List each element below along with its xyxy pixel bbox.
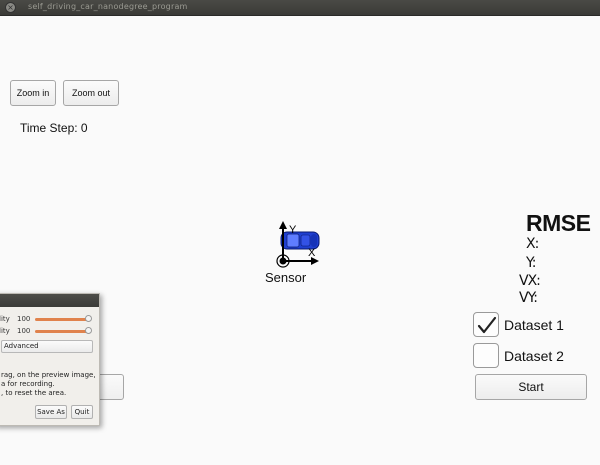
start-button[interactable]: Start xyxy=(475,374,587,400)
dataset-1-label[interactable]: Dataset 1 xyxy=(504,317,564,333)
sensor-dot-icon xyxy=(279,257,287,265)
advanced-expander[interactable]: Advanced xyxy=(1,340,93,353)
axis-y-label: Y xyxy=(289,224,297,236)
recorder-row-1-slider[interactable] xyxy=(35,315,92,322)
recorder-row-2-value: 100 xyxy=(17,327,31,335)
recorder-panel-titlebar[interactable] xyxy=(0,294,99,307)
slider-knob-icon[interactable] xyxy=(85,327,92,334)
dataset-2-checkbox[interactable] xyxy=(473,343,499,368)
recorder-row-1-value: 100 xyxy=(17,315,31,323)
dataset-1-checkbox[interactable] xyxy=(473,312,499,337)
recorder-panel: lity 100 lity 100 Advanced rag, on the p… xyxy=(0,293,100,426)
save-as-button[interactable]: Save As xyxy=(35,405,67,419)
window-titlebar: × self_driving_car_nanodegree_program xyxy=(0,0,600,16)
rmse-vx-label: VX: xyxy=(519,273,541,289)
close-icon[interactable]: × xyxy=(5,2,16,13)
quit-button[interactable]: Quit xyxy=(71,405,93,419)
window-title: self_driving_car_nanodegree_program xyxy=(28,2,188,11)
checkmark-icon xyxy=(477,316,497,334)
recorder-row-1-label: lity xyxy=(0,315,10,323)
axis-x-label: X xyxy=(308,247,316,259)
zoom-out-button[interactable]: Zoom out xyxy=(63,80,119,106)
sensor-label: Sensor xyxy=(265,270,307,285)
recorder-row-2-label: lity xyxy=(0,327,10,335)
recorder-info-line-3: , to reset the area. xyxy=(1,389,67,397)
recorder-row-2-slider[interactable] xyxy=(35,327,92,334)
rmse-y-label: Y: xyxy=(526,255,536,271)
recorder-info-line-2: a for recording. xyxy=(1,380,55,388)
recorder-info-line-1: rag, on the preview image, xyxy=(1,371,96,379)
slider-knob-icon[interactable] xyxy=(85,315,92,322)
dataset-2-label[interactable]: Dataset 2 xyxy=(504,348,564,364)
rmse-vy-label: VY: xyxy=(519,290,538,306)
zoom-in-button[interactable]: Zoom in xyxy=(10,80,56,106)
time-step-label: Time Step: 0 xyxy=(20,121,88,135)
y-axis-arrow-icon xyxy=(279,221,287,229)
rmse-title: RMSE xyxy=(526,210,591,236)
rmse-x-label: X: xyxy=(526,236,539,252)
